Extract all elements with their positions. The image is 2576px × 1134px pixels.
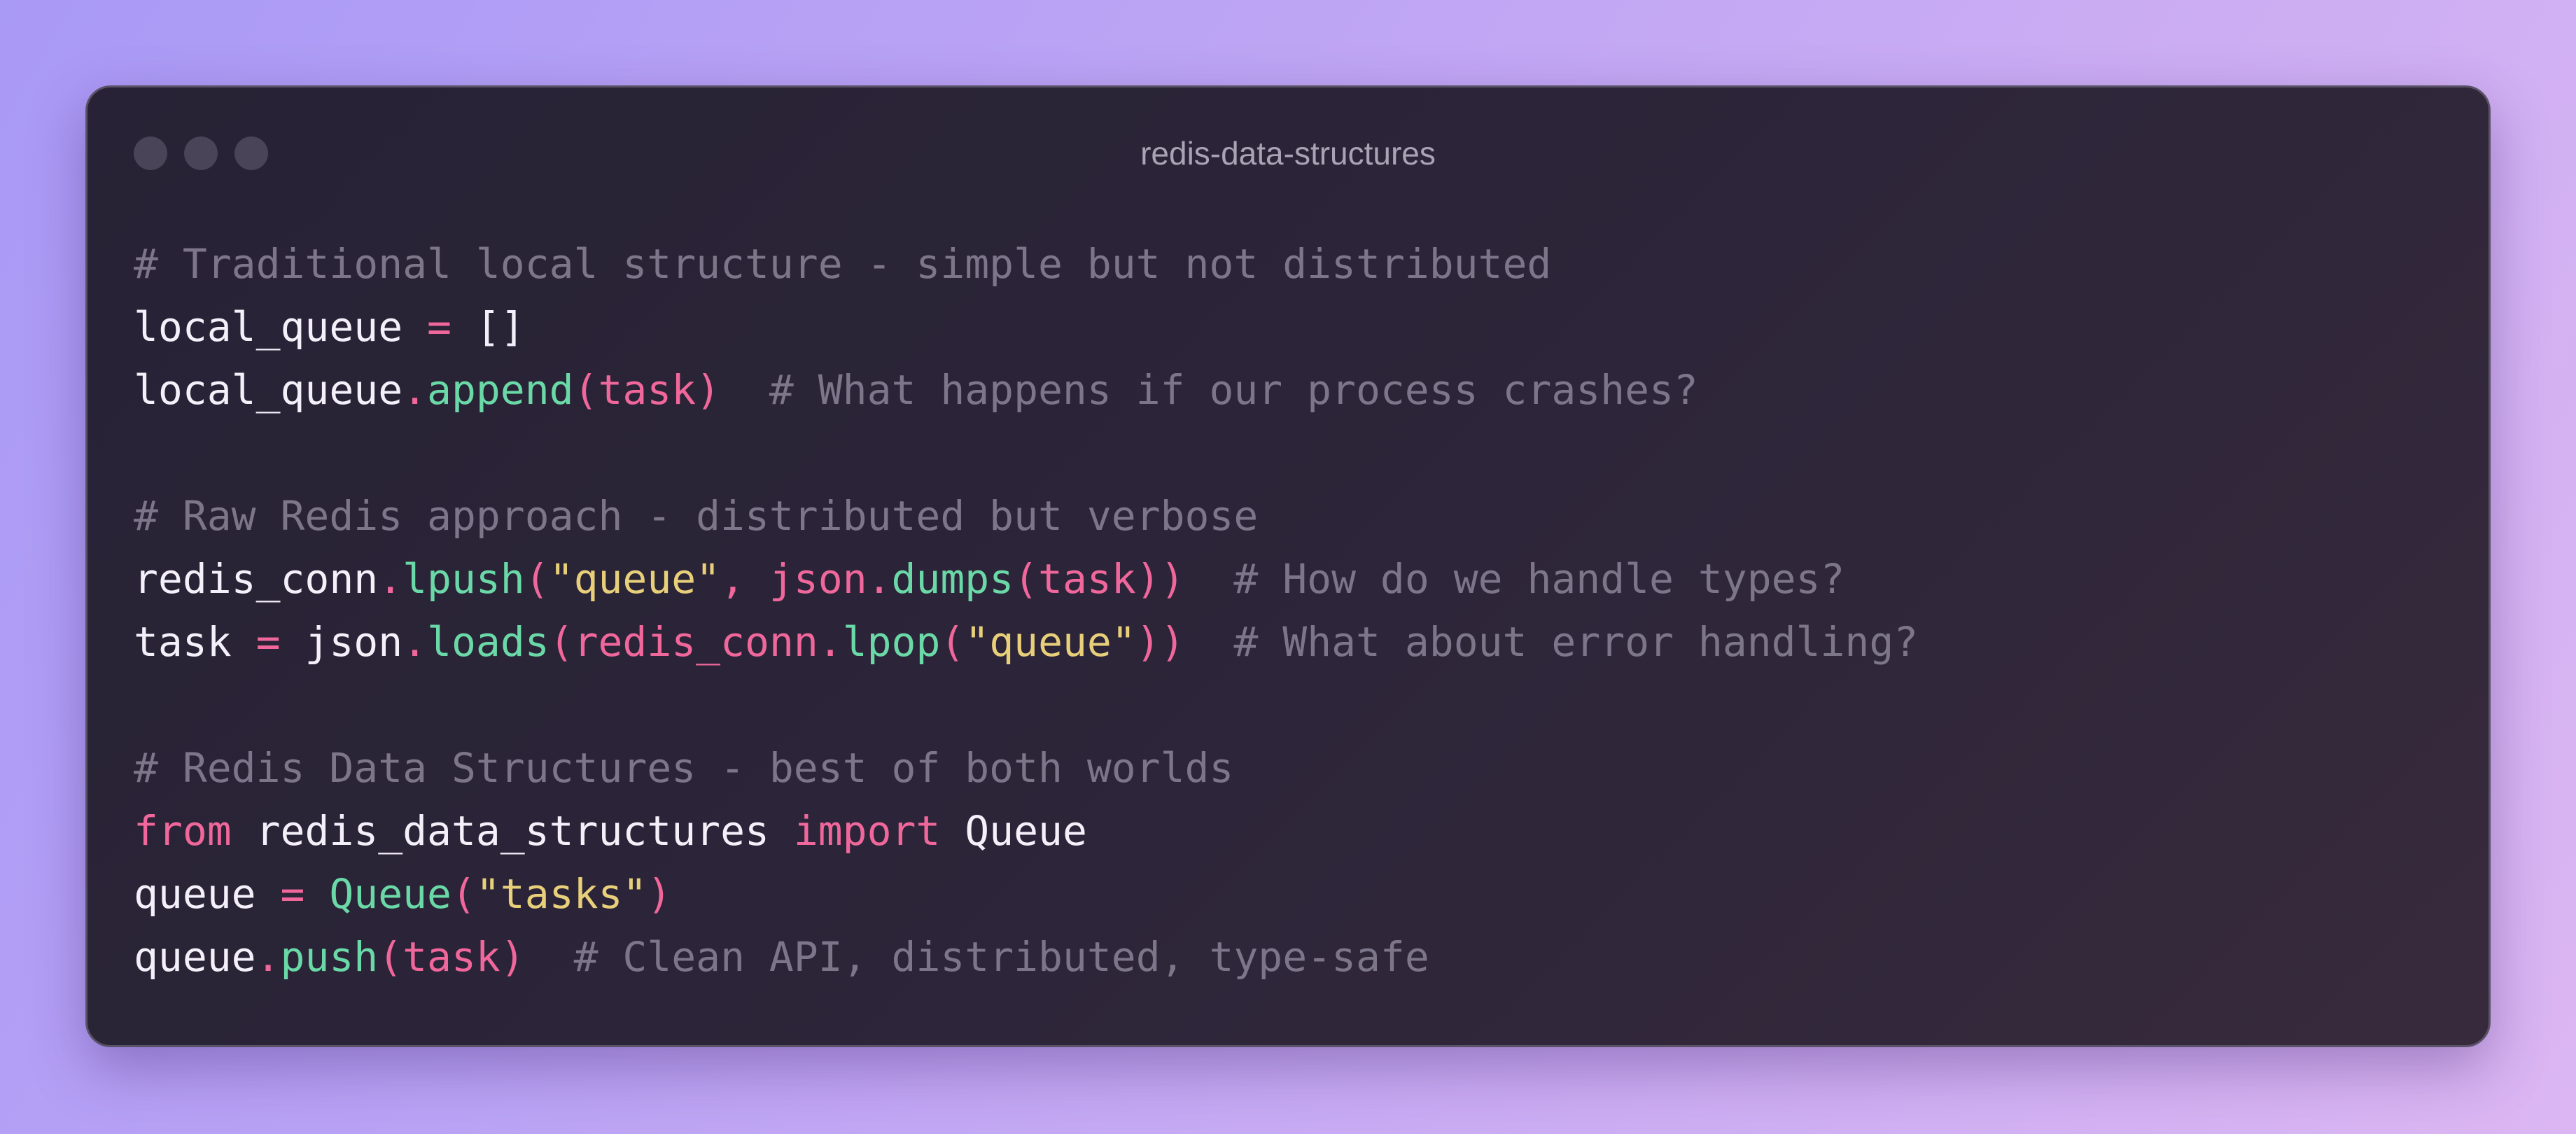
code-text: Queue (940, 807, 1087, 855)
code-punctuation: ( (940, 618, 965, 666)
code-text: json (280, 618, 403, 666)
code-operator: . (867, 555, 892, 603)
code-punctuation: (redis_conn (549, 618, 818, 666)
code-punctuation: , json (720, 555, 867, 603)
code-line: local_queue.append(task) # What happens … (134, 358, 1918, 421)
code-operator: . (255, 933, 281, 981)
code-line: # Raw Redis approach - distributed but v… (134, 484, 1918, 547)
code-text: local_queue (134, 366, 403, 414)
window-title: redis-data-structures (1140, 135, 1436, 172)
code-text: local_queue (134, 303, 428, 351)
code-function: append (427, 366, 574, 414)
code-function: push (280, 933, 379, 981)
code-line: # Redis Data Structures - best of both w… (134, 736, 1918, 799)
code-punctuation: (task) (378, 933, 525, 981)
code-line: queue.push(task) # Clean API, distribute… (134, 925, 1918, 988)
code-string: "queue" (549, 555, 721, 603)
code-text: redis_data_structures (231, 807, 794, 855)
code-function: loads (427, 618, 550, 666)
code-text: task (134, 618, 256, 666)
code-comment: # How do we handle types? (1233, 555, 1845, 603)
code-comment: # What about error handling? (1233, 618, 1919, 666)
code-function: dumps (891, 555, 1014, 603)
code-punctuation: ( (451, 870, 476, 918)
code-text: queue (134, 870, 281, 918)
code-keyword: import (793, 807, 941, 855)
code-comment: # Raw Redis approach - distributed but v… (134, 492, 1259, 540)
code-operator: = (255, 618, 281, 666)
code-line: # Traditional local structure - simple b… (134, 232, 1918, 295)
code-comment: # Redis Data Structures - best of both w… (134, 744, 1234, 792)
code-text: redis_conn (134, 555, 379, 603)
code-operator: . (818, 618, 843, 666)
code-line: redis_conn.lpush("queue", json.dumps(tas… (134, 547, 1918, 610)
code-comment: # Traditional local structure - simple b… (134, 240, 1552, 288)
code-string: "tasks" (475, 870, 648, 918)
code-comment: # Clean API, distributed, type-safe (573, 933, 1429, 981)
code-punctuation: )) (1135, 618, 1185, 666)
window-titlebar: redis-data-structures (88, 88, 2488, 220)
code-line: queue = Queue("tasks") (134, 862, 1918, 925)
code-string: "queue" (965, 618, 1136, 666)
code-comment: # What happens if our process crashes? (769, 366, 1698, 414)
code-punctuation: ) (647, 870, 672, 918)
code-window: redis-data-structures # Traditional loca… (85, 85, 2491, 1047)
code-text: [] (451, 303, 525, 351)
code-operator: = (280, 870, 305, 918)
code-line: task = json.loads(redis_conn.lpop("queue… (134, 610, 1918, 673)
code-operator: . (378, 555, 403, 603)
code-operator: . (402, 618, 428, 666)
code-keyword: from (134, 807, 232, 855)
code-text: queue (134, 933, 256, 981)
code-punctuation: (task) (573, 366, 721, 414)
code-operator: . (402, 366, 428, 414)
code-function: lpush (402, 555, 525, 603)
code-line: local_queue = [] (134, 295, 1918, 358)
code-function: lpop (842, 618, 941, 666)
code-line: from redis_data_structures import Queue (134, 799, 1918, 862)
code-punctuation: ( (524, 555, 550, 603)
code-operator: = (427, 303, 451, 351)
code-function: Queue (329, 870, 451, 918)
code-punctuation: (task)) (1014, 555, 1185, 603)
code-block: # Traditional local structure - simple b… (134, 232, 1918, 988)
